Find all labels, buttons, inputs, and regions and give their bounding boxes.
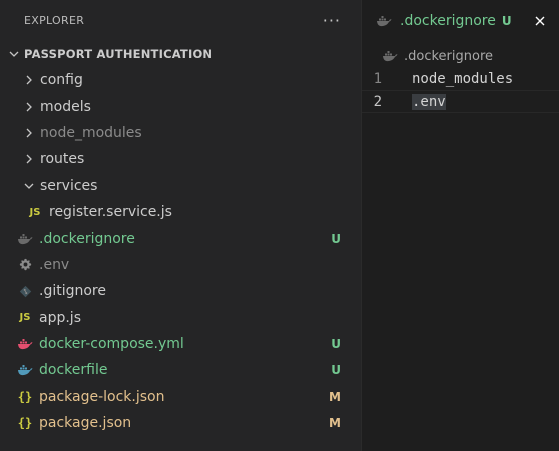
tree-file-package-json[interactable]: {} package.json M (0, 410, 361, 436)
git-status-badge: U (331, 363, 341, 378)
tree-item-label: package-lock.json (39, 388, 165, 405)
code-line-current[interactable]: 2 .env (362, 90, 559, 113)
tree-item-label: .gitignore (39, 283, 106, 300)
tab-bar: .dockerignore U (362, 0, 559, 41)
tree-file-env[interactable]: .env (0, 252, 361, 278)
code-line[interactable]: 1 node_modules (362, 67, 559, 90)
js-icon: JS (19, 312, 31, 324)
editor-area: .dockerignore U .dockerignore 1 node_mod… (361, 0, 559, 451)
tree-folder-services[interactable]: services (0, 173, 361, 199)
tree-item-label: register.service.js (49, 204, 172, 221)
tree-file-register-service[interactable]: JS register.service.js (0, 199, 361, 225)
docker-icon (17, 336, 33, 352)
chevron-right-icon (21, 99, 37, 115)
tree-folder-routes[interactable]: routes (0, 146, 361, 172)
breadcrumb-file: .dockerignore (404, 48, 494, 64)
project-name: PASSPORT AUTHENTICATION (24, 47, 213, 61)
vscode-window: EXPLORER ··· PASSPORT AUTHENTICATION con… (0, 0, 559, 451)
js-icon: JS (29, 206, 41, 218)
chevron-down-icon (6, 46, 22, 62)
tree-item-label: node_modules (40, 124, 142, 141)
tree-item-label: package.json (39, 415, 132, 432)
tree-file-dockerignore[interactable]: .dockerignore U (0, 225, 361, 251)
tree-item-label: app.js (39, 309, 81, 326)
chevron-right-icon (21, 151, 37, 167)
json-icon: {} (17, 416, 33, 431)
tree-item-label: dockerfile (39, 362, 108, 379)
docker-icon (17, 231, 33, 247)
tree-folder-config[interactable]: config (0, 67, 361, 93)
chevron-down-icon (21, 178, 37, 194)
git-icon (17, 283, 33, 299)
line-text: .env (412, 93, 446, 110)
project-root[interactable]: PASSPORT AUTHENTICATION (0, 41, 361, 67)
tree-folder-models[interactable]: models (0, 93, 361, 119)
explorer-header: EXPLORER ··· (0, 0, 361, 41)
tree-file-gitignore[interactable]: .gitignore (0, 278, 361, 304)
tree-file-package-lock[interactable]: {} package-lock.json M (0, 384, 361, 410)
tree-item-label: models (40, 98, 91, 115)
explorer-title: EXPLORER (24, 14, 85, 27)
docker-icon (382, 50, 398, 62)
more-actions-icon[interactable]: ··· (323, 12, 341, 29)
tree-item-label: .dockerignore (39, 230, 135, 247)
gear-icon (17, 257, 33, 273)
tree-item-label: config (40, 72, 83, 89)
docker-icon (17, 362, 33, 378)
tree-folder-node-modules[interactable]: node_modules (0, 120, 361, 146)
tree-file-docker-compose[interactable]: docker-compose.yml U (0, 331, 361, 357)
chevron-right-icon (21, 125, 37, 141)
git-status-badge: M (329, 389, 341, 404)
tree-file-app-js[interactable]: JS app.js (0, 305, 361, 331)
tree-item-label: services (40, 177, 98, 194)
tree-item-label: docker-compose.yml (39, 336, 184, 353)
docker-icon (376, 15, 392, 27)
tree-item-label: routes (40, 151, 85, 168)
tree-item-label: .env (39, 256, 70, 273)
tab-status-badge: U (501, 14, 512, 28)
tab-dockerignore[interactable]: .dockerignore U (362, 0, 559, 41)
line-text: node_modules (412, 70, 514, 87)
code-editor[interactable]: 1 node_modules 2 .env (362, 67, 559, 113)
tree-file-dockerfile[interactable]: dockerfile U (0, 357, 361, 383)
tab-label: .dockerignore (400, 13, 496, 29)
breadcrumb[interactable]: .dockerignore (362, 45, 559, 67)
close-icon[interactable] (532, 13, 548, 29)
explorer-sidebar: EXPLORER ··· PASSPORT AUTHENTICATION con… (0, 0, 361, 451)
line-number: 1 (373, 70, 382, 87)
git-status-badge: U (331, 337, 341, 352)
json-icon: {} (17, 389, 33, 404)
line-number: 2 (373, 93, 382, 110)
chevron-right-icon (21, 72, 37, 88)
git-status-badge: M (329, 416, 341, 431)
git-status-badge: U (331, 231, 341, 246)
